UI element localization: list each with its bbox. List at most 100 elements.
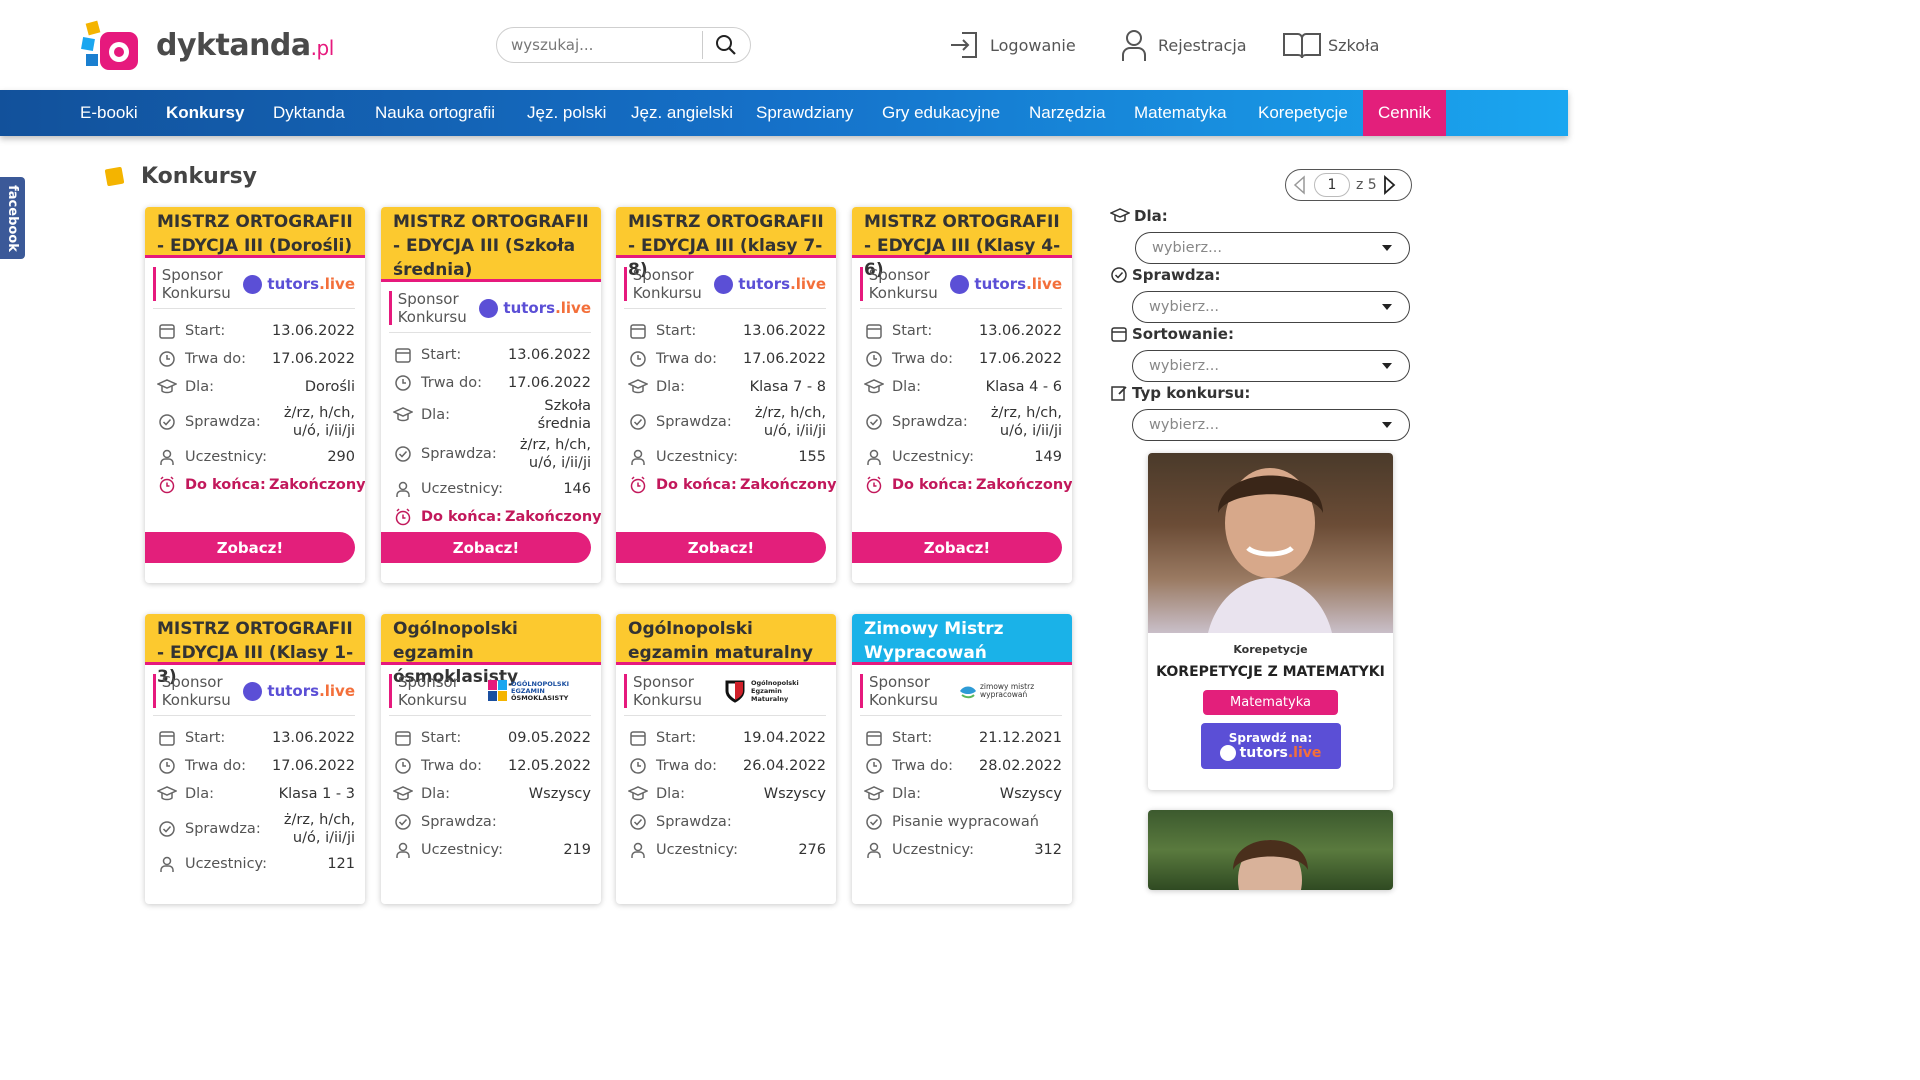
clock-icon [157,756,177,776]
card-title[interactable]: MISTRZ ORTOGRAFII - EDYCJA III (klasy 7-… [616,207,836,280]
page-number-input[interactable]: 1 [1314,173,1350,197]
card-sponsor: Sponsor Konkursu tutors .live [389,290,591,333]
card-sponsor: Sponsor Konkursu Ogólnopolski Egzamin Matu… [624,673,826,716]
filter-for-select[interactable]: wybierz... [1135,232,1410,264]
tutors-live-button[interactable]: Sprawdź na: tutors .live [1200,723,1341,769]
logo-mark [80,18,154,72]
see-button[interactable]: Zobacz! [381,532,591,563]
filter-type-select[interactable]: wybierz... [1132,409,1410,441]
user-icon [864,840,884,860]
next-page-icon[interactable] [1381,175,1397,195]
filter-sort-label: Sortowanie: [1132,325,1234,343]
user-icon [393,479,413,499]
prev-page-icon[interactable] [1292,175,1308,195]
alarm-icon [393,507,413,527]
filter-type: Typ konkursu: wybierz... [1110,383,1410,441]
graduation-cap-icon [864,784,884,804]
participants-row: Uczestnicy: 149 [864,443,1062,471]
egzamin-osmoklasisty-logo: OGÓLNOPOLSKI EGZAMIN ÓSMOKLASISTY [488,680,569,702]
page-title-text: Konkursy [141,164,258,189]
user-icon [628,840,648,860]
nav-gry-edukacyjne[interactable]: Gry edukacyjne [882,90,1000,136]
until-row: Trwa do: 17.06.2022 [157,345,355,373]
contest-card: MISTRZ ORTOGRAFII - EDYCJA III (klasy 7-… [616,207,836,583]
chevron-down-icon [1382,304,1392,310]
page-title: Konkursy [104,164,258,189]
sponsor-label: Sponsor Konkursu [868,266,938,302]
user-icon [628,447,648,467]
sponsor-label: Sponsor Konkursu [869,673,938,709]
filter-sort-select[interactable]: wybierz... [1132,350,1410,382]
card-title[interactable]: Ogólnopolski egzamin ósmoklasisty [381,614,601,687]
login-link[interactable]: Logowanie [948,26,1076,64]
promo-title: KOREPETYCJE Z MATEMATYKI [1156,664,1385,680]
card-title[interactable]: MISTRZ ORTOGRAFII - EDYCJA III (Klasy 1-… [145,614,365,687]
sponsor-label: Sponsor Konkursu [161,266,231,302]
facebook-tab[interactable]: facebook [0,177,25,259]
register-label: Rejestracja [1158,35,1247,55]
nav-matematyka[interactable]: Matematyka [1134,90,1227,136]
nav-narzedzia[interactable]: Narzędzia [1029,90,1106,136]
checks-row: Sprawdza: [393,808,591,836]
card-title[interactable]: Zimowy Mistrz Wypracowań [852,614,1072,665]
tutors-live-logo: tutors .live [479,298,591,318]
tutoring-promo-card[interactable]: Korepetycje KOREPETYCJE Z MATEMATYKI Mat… [1148,453,1393,790]
tutor-photo-2[interactable] [1148,810,1393,890]
egzamin-maturalny-logo: Ogólnopolski Egzamin Maturalny [723,679,799,703]
card-sponsor: Sponsor Konkursu tutors .live [860,266,1062,309]
tutors-live-logo: tutors .live [243,681,355,701]
alarm-icon [864,475,884,495]
check-circle-icon [864,812,884,832]
card-title[interactable]: Ogólnopolski egzamin maturalny [616,614,836,665]
for-row: Dla: Szkoła średnia [393,397,591,433]
graduation-cap-icon [628,784,648,804]
nav-sprawdziany[interactable]: Sprawdziany [756,90,853,136]
for-row: Dla: Wszyscy [628,780,826,808]
school-link[interactable]: Szkoła [1282,26,1379,64]
search-input[interactable] [497,28,702,62]
see-button[interactable]: Zobacz! [145,532,355,563]
nav-cennik[interactable]: Cennik [1363,90,1446,136]
nav-jez-polski[interactable]: Jęz. polski [527,90,606,136]
check-circle-icon [628,412,648,432]
alarm-icon [628,475,648,495]
card-sponsor: Sponsor Konkursu tutors .live [153,266,355,309]
card-title[interactable]: MISTRZ ORTOGRAFII - EDYCJA III (Szkoła ś… [381,207,601,282]
graduation-cap-icon [393,405,413,425]
nav-korepetycje[interactable]: Korepetycje [1258,90,1348,136]
start-row: Start: 13.06.2022 [393,341,591,369]
user-icon [157,447,177,467]
until-row: Trwa do: 17.06.2022 [393,369,591,397]
card-title[interactable]: MISTRZ ORTOGRAFII - EDYCJA III (Dorośli) [145,207,365,258]
promo-subject-button[interactable]: Matematyka [1203,690,1338,715]
nav-nauka-ortografii[interactable]: Nauka ortografii [375,90,495,136]
filter-checks-select[interactable]: wybierz... [1132,291,1410,323]
user-icon [1122,30,1146,61]
edit-icon [1111,386,1127,401]
user-icon [864,447,884,467]
clock-icon [864,349,884,369]
remaining-row: Do końca: Zakończony [628,471,836,499]
nav-konkursy[interactable]: Konkursy [166,90,244,136]
clock-icon [393,756,413,776]
clock-icon [864,756,884,776]
see-button[interactable]: Zobacz! [852,532,1062,563]
search-button[interactable] [703,28,749,62]
nav-dyktanda[interactable]: Dyktanda [273,90,345,136]
check-circle-icon [628,812,648,832]
sponsor-label: Sponsor Konkursu [398,673,467,709]
nav-ebooks[interactable]: E-booki [80,90,138,136]
chevron-down-icon [1382,363,1392,369]
see-button[interactable]: Zobacz! [616,532,826,563]
logo[interactable]: dyktanda.pl [80,18,334,72]
promo-category: Korepetycje [1233,643,1308,656]
tutors-live-logo: tutors .live [714,274,826,294]
clock-icon [157,349,177,369]
sponsor-label: Sponsor Konkursu [397,290,467,326]
register-link[interactable]: Rejestracja [1118,26,1247,64]
pagination: 1 z 5 [1285,169,1412,201]
nav-jez-angielski[interactable]: Jęz. angielski [631,90,733,136]
check-circle-icon [157,819,177,839]
card-title[interactable]: MISTRZ ORTOGRAFII - EDYCJA III (Klasy 4-… [852,207,1072,280]
graduation-cap-icon [393,784,413,804]
